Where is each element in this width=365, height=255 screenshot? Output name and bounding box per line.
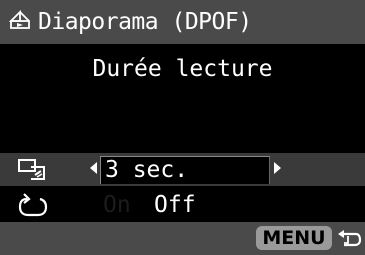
- section-subtitle: Durée lecture: [92, 56, 273, 82]
- playback-time-icon: [17, 157, 47, 185]
- playback-time-value: 3 sec.: [105, 157, 189, 183]
- playback-time-row[interactable]: 3 sec.: [0, 153, 365, 186]
- slideshow-play-icon: [8, 9, 32, 34]
- previous-value-arrow-icon[interactable]: [90, 162, 97, 174]
- page-title: Diaporama (DPOF): [38, 9, 252, 35]
- return-arrow-icon[interactable]: [336, 228, 362, 254]
- repeat-option-on[interactable]: On: [103, 192, 131, 218]
- footer-bar: MENU: [0, 222, 365, 255]
- repeat-row[interactable]: On Off: [0, 190, 365, 222]
- repeat-icon: [18, 193, 48, 223]
- header-bar: Diaporama (DPOF): [0, 0, 365, 44]
- menu-button[interactable]: MENU: [256, 226, 332, 250]
- playback-time-value-box[interactable]: 3 sec.: [100, 156, 270, 184]
- repeat-option-off[interactable]: Off: [154, 192, 196, 218]
- next-value-arrow-icon[interactable]: [274, 162, 281, 174]
